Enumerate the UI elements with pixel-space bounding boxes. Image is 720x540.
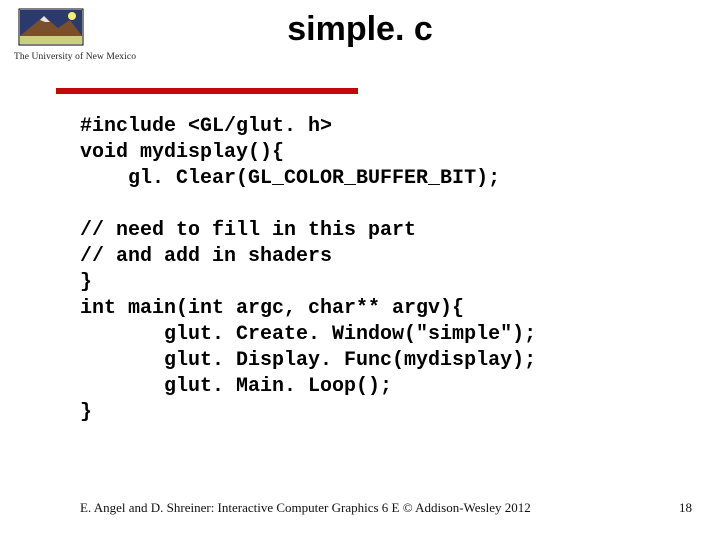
slide: The University of New Mexico simple. c #… — [0, 0, 720, 540]
logo-caption: The University of New Mexico — [14, 52, 164, 62]
title-underline — [56, 88, 358, 94]
code-block: #include <GL/glut. h> void mydisplay(){ … — [80, 114, 640, 426]
slide-title: simple. c — [0, 10, 720, 49]
footer-citation: E. Angel and D. Shreiner: Interactive Co… — [80, 500, 640, 516]
page-number: 18 — [679, 500, 692, 516]
